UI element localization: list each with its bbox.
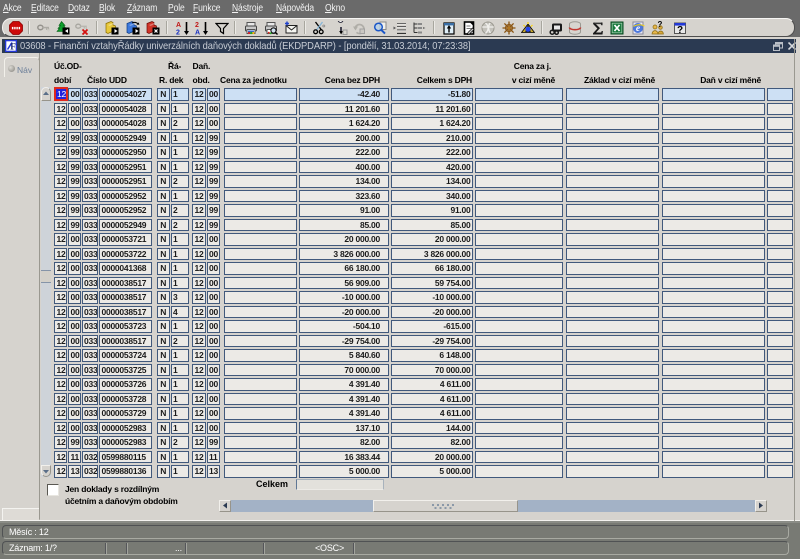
svg-text:2: 2	[195, 22, 199, 29]
svg-text:F: F	[10, 42, 16, 52]
svg-text:?: ?	[677, 25, 683, 35]
svg-text:?: ?	[658, 21, 663, 29]
svg-text:A: A	[195, 30, 200, 36]
svg-text:2: 2	[176, 30, 180, 36]
svg-text:A: A	[176, 22, 181, 29]
